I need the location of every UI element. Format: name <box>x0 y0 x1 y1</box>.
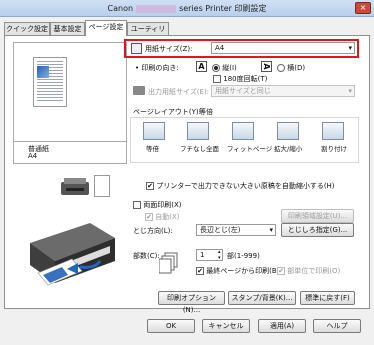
copies-icon <box>159 252 178 274</box>
close-button[interactable]: × <box>355 2 371 14</box>
auto-reduce-option[interactable]: プリンターで出力できない大きい原稿を自動縮小する(H) <box>146 181 335 191</box>
tab-maintenance[interactable]: ユーティリティ <box>127 22 169 45</box>
binding-margin-button[interactable]: とじしろ指定(G)... <box>281 223 354 237</box>
landscape-icon: A <box>261 61 272 72</box>
tab-quick-setup[interactable]: クイック設定 <box>4 22 50 35</box>
portrait-icon: A <box>196 61 207 72</box>
binding-label: とじ方向(L): <box>133 227 173 235</box>
collate-option[interactable]: 部単位で印刷(O) <box>277 266 340 276</box>
duplex-option[interactable]: 両面印刷(X) <box>133 200 182 210</box>
cancel-button[interactable]: キャンセル <box>202 319 250 333</box>
reverse-order-checkbox[interactable] <box>196 267 204 275</box>
tab-page-setup[interactable]: ページ設定 <box>85 20 127 36</box>
reverse-order-option[interactable]: 最終ページから印刷(B) <box>196 266 279 276</box>
page-size-value: A4 <box>215 44 225 52</box>
auto-duplex-checkbox[interactable] <box>145 213 153 221</box>
rotate-option[interactable]: 180度回転(T) <box>213 74 267 84</box>
page-size-icon <box>131 43 142 54</box>
page-size-label: 用紙サイズ(Z): <box>145 45 193 53</box>
chevron-down-icon: ▾ <box>269 226 273 234</box>
stamp-background-button[interactable]: スタンプ/背景(K)... <box>228 291 296 305</box>
print-options-button[interactable]: 印刷オプション(N)... <box>158 291 225 314</box>
output-size-label: 出力用紙サイズ(E): <box>148 88 210 96</box>
printer-icon <box>61 178 89 195</box>
apply-button[interactable]: 適用(A) <box>258 319 306 333</box>
output-size-value: 用紙サイズと同じ <box>215 87 271 95</box>
preview-image <box>37 66 49 78</box>
page-size-select[interactable]: A4 ▾ <box>211 42 355 54</box>
page-preview <box>33 57 67 107</box>
media-info-box <box>13 142 127 164</box>
landscape-radio[interactable] <box>277 64 285 72</box>
window-title: Canon series Printer 印刷設定 <box>107 4 267 13</box>
layout-group <box>130 117 359 163</box>
page-layout-label: ページレイアウト(Y): <box>133 108 201 116</box>
collate-checkbox[interactable] <box>277 267 285 275</box>
binding-select[interactable]: 長辺とじ(左) ▾ <box>196 224 276 236</box>
preview-box <box>13 42 127 142</box>
copies-value: 1 <box>200 251 205 259</box>
auto-reduce-checkbox[interactable] <box>146 182 154 190</box>
defaults-button[interactable]: 標準に戻す(F) <box>300 291 355 305</box>
large-printer-icon <box>30 223 115 286</box>
portrait-option[interactable]: 縦(I) <box>212 63 237 73</box>
tab-main[interactable]: 基本設定 <box>50 22 85 35</box>
paper-icon <box>94 175 110 197</box>
copies-range: 部(1-999) <box>227 252 260 260</box>
chevron-down-icon: ▾ <box>348 44 352 52</box>
blurred-model-name <box>136 4 177 13</box>
chevron-down-icon: ▾ <box>348 87 352 95</box>
page-layout-current: 等倍 <box>199 108 213 116</box>
ok-button[interactable]: OK <box>147 319 195 333</box>
print-area-settings-button[interactable]: 印刷領域設定(U)... <box>281 209 354 223</box>
rotate-checkbox[interactable] <box>213 75 221 83</box>
copies-stepper[interactable]: ▴ ▾ <box>218 249 221 261</box>
orientation-label: • 印刷の向き: <box>135 64 179 72</box>
landscape-option[interactable]: 横(D) <box>277 63 305 73</box>
help-button[interactable]: ヘルプ <box>313 319 361 333</box>
duplex-checkbox[interactable] <box>133 201 141 209</box>
copies-label: 部数(C): <box>133 252 160 260</box>
auto-duplex-option[interactable]: 自動(X) <box>145 212 180 222</box>
output-printer-icon <box>133 86 145 95</box>
portrait-radio[interactable] <box>212 64 220 72</box>
output-size-select[interactable]: 用紙サイズと同じ ▾ <box>211 85 355 97</box>
title-bar: Canon series Printer 印刷設定 <box>0 0 374 17</box>
binding-value: 長辺とじ(左) <box>200 226 241 234</box>
